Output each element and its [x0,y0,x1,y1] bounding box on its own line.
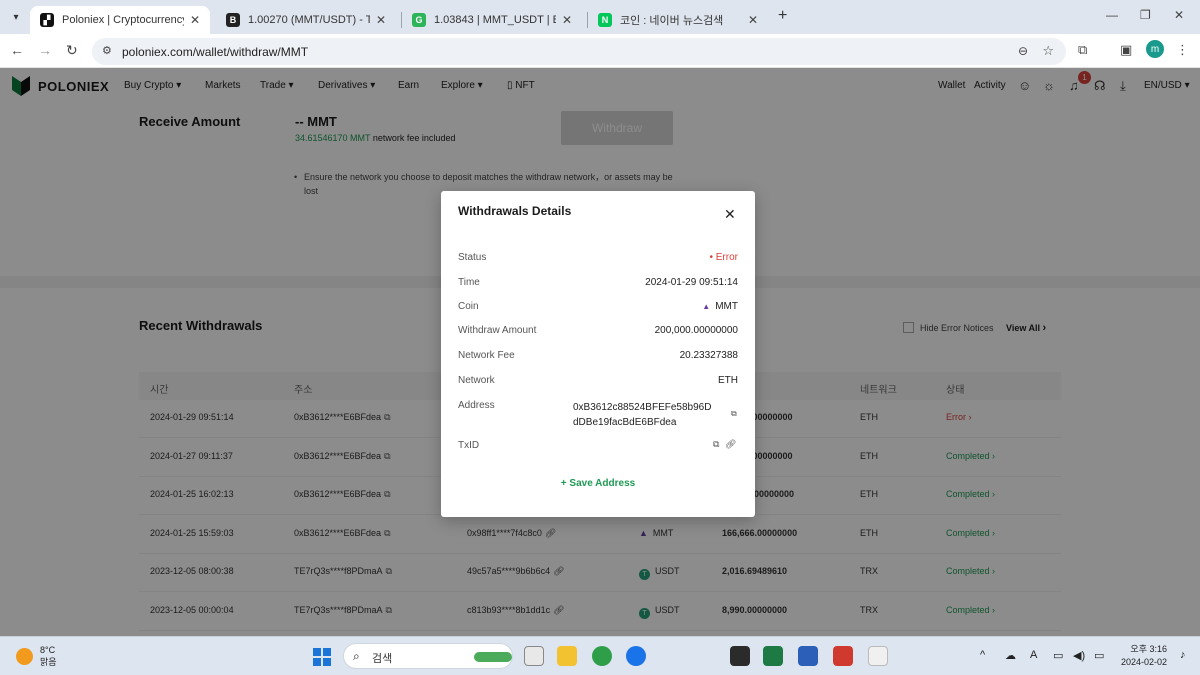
notification-center-icon[interactable]: ♪ [1180,649,1186,661]
copy-icon[interactable]: ⧉ [713,439,719,449]
copy-address-icon[interactable]: ⧉ [731,409,737,419]
network-icon[interactable]: ▭ [1053,649,1063,662]
browser-tab-mmt-usdt[interactable]: G 1.03843 | MMT_USDT | Buy Mi ✕ [402,6,582,34]
withdrawals-details-modal: Withdrawals Details ✕ Status • Error Tim… [441,191,755,517]
close-tab-icon[interactable]: ✕ [748,13,758,27]
new-tab-plus-icon[interactable]: + [778,7,787,25]
taskbar-search[interactable]: ⌕ 검색 [343,643,513,669]
close-tab-icon[interactable]: ✕ [376,13,386,27]
status-badge: • Error [709,252,738,263]
browser-tab-trade[interactable]: B 1.00270 (MMT/USDT) - Trade M ✕ [216,6,396,34]
windows-start-icon[interactable] [313,648,331,666]
tab-title: 1.03843 | MMT_USDT | Buy Mi [434,14,556,26]
extensions-puzzle-icon[interactable]: ⧉ [1078,42,1087,58]
site-settings-icon[interactable]: ⚙ [102,44,112,57]
close-icon[interactable]: ✕ [724,206,736,223]
bookmark-star-icon[interactable]: ☆ [1042,43,1054,59]
save-address-button[interactable]: + Save Address [441,478,755,489]
side-panel-icon[interactable]: ▣ [1120,42,1132,58]
tab-title: 1.00270 (MMT/USDT) - Trade M [248,14,370,26]
tray-chevron-up-icon[interactable]: ^ [980,649,985,661]
task-view-icon[interactable] [524,646,544,666]
file-explorer-icon[interactable] [557,646,577,666]
app-red-icon[interactable] [833,646,853,666]
forward-arrow-icon[interactable]: → [38,42,52,58]
volume-icon[interactable]: ◀) [1073,649,1085,662]
modal-title: Withdrawals Details [458,204,572,218]
tab-search-dropdown-icon[interactable]: ▾ [6,7,26,27]
back-arrow-icon[interactable]: ← [10,42,24,58]
url-text[interactable]: poloniex.com/wallet/withdraw/MMT [122,45,308,59]
browser-address-bar: ← → ↻ ⚙ poloniex.com/wallet/withdraw/MMT… [0,34,1200,68]
close-window-icon[interactable]: ✕ [1174,8,1184,22]
profile-avatar[interactable]: m [1146,40,1164,58]
url-omnibox[interactable]: ⚙ poloniex.com/wallet/withdraw/MMT ⊖ ☆ [92,38,1066,65]
ime-indicator-icon[interactable]: A [1030,649,1037,661]
browser-menu-icon[interactable]: ⋮ [1176,42,1189,58]
g-favicon-icon: G [412,13,426,27]
link-icon[interactable]: 🔗︎ [725,439,736,449]
weather-widget[interactable]: 8°C 맑음 [40,644,57,668]
taskbar-clock[interactable]: 오후 3:16 2024-02-02 [1117,643,1167,669]
word-icon[interactable] [798,646,818,666]
address-value: 0xB3612c88524BFEFe58b96DdDBe19facBdE6BFd… [573,402,712,428]
weather-sun-icon[interactable] [16,648,33,665]
app-tool-icon[interactable] [868,646,888,666]
tab-title: 코인 : 네이버 뉴스검색 [620,15,724,27]
search-highlight-art [474,652,512,662]
chrome-profile-m-icon[interactable] [592,646,612,666]
zoom-icon[interactable]: ⊖ [1018,44,1028,58]
mmt-coin-icon: ▲ [702,302,711,311]
chrome-profile-b-icon[interactable] [626,646,646,666]
close-tab-icon[interactable]: ✕ [562,13,572,27]
app-black-icon[interactable] [730,646,750,666]
browser-tab-bar: ▾ ▞ Poloniex | Cryptocurrency Exch ✕ B 1… [0,0,1200,34]
windows-taskbar: 8°C 맑음 ⌕ 검색 ^ ☁ A ▭ ◀) ▭ 오후 3:16 2024-02… [0,636,1200,675]
close-tab-icon[interactable]: ✕ [190,13,200,27]
naver-favicon-icon: N [598,13,612,27]
maximize-icon[interactable]: ❐ [1140,8,1151,22]
search-icon: ⌕ [353,649,360,663]
tab-title: Poloniex | Cryptocurrency Exch [62,14,184,26]
browser-tab-naver-news[interactable]: N 코인 : 네이버 뉴스검색 ✕ [588,6,768,34]
browser-tab-poloniex[interactable]: ▞ Poloniex | Cryptocurrency Exch ✕ [30,6,210,34]
battery-icon[interactable]: ▭ [1094,649,1104,662]
poloniex-favicon-icon: ▞ [40,13,54,27]
minimize-icon[interactable]: — [1106,8,1118,22]
b-favicon-icon: B [226,13,240,27]
reload-icon[interactable]: ↻ [66,42,78,59]
excel-icon[interactable] [763,646,783,666]
tray-cloud-icon[interactable]: ☁ [1005,649,1016,662]
